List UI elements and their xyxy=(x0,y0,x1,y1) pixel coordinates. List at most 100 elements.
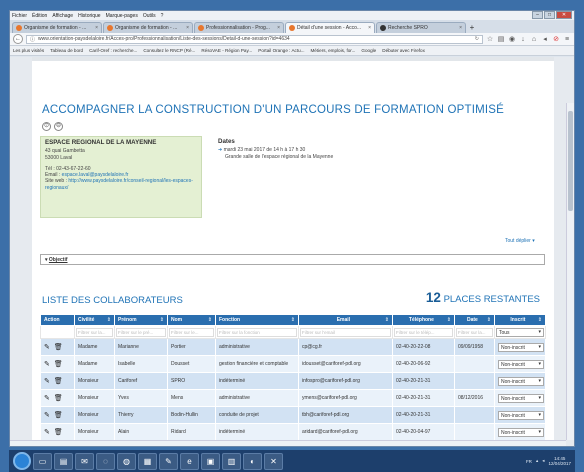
column-header-civilite[interactable]: Civilité ⇕ xyxy=(74,314,115,326)
outlook-icon[interactable]: ✉ xyxy=(75,452,94,470)
addon-icon[interactable]: ⊘ xyxy=(552,35,560,43)
bookmark-item[interactable]: Débuter avec Firefox xyxy=(382,48,425,53)
ie-icon[interactable]: e xyxy=(180,452,199,470)
column-header-telephone[interactable]: Téléphone ⇕ xyxy=(392,314,455,326)
edit-icon[interactable]: ✎ xyxy=(44,343,50,351)
inscrit-select[interactable]: Non-inscrit xyxy=(498,359,544,369)
filter-nom-input[interactable]: Filtrer sur le... xyxy=(169,327,214,337)
filter-date-input[interactable]: Filtrer sur la... xyxy=(456,327,493,337)
delete-icon[interactable]: 🗑 xyxy=(54,411,63,419)
inscrit-select[interactable]: Non-inscrit xyxy=(498,393,544,403)
column-header-email[interactable]: Email ⇕ xyxy=(298,314,393,326)
tab-1[interactable]: Organisme de formation - ... × xyxy=(12,22,102,33)
inscrit-select[interactable]: Non-inscrit xyxy=(498,427,544,437)
menu-view[interactable]: Affichage xyxy=(52,13,73,19)
org-email-link[interactable]: espace.laval@paysdelaloire.fr xyxy=(62,172,129,178)
menu-help[interactable]: ? xyxy=(161,13,164,19)
language-indicator[interactable]: FR xyxy=(526,459,532,464)
info-icon[interactable]: ⓘ xyxy=(30,36,35,43)
media-icon[interactable]: ◐ xyxy=(243,452,262,470)
tab-3[interactable]: Professionnalisation - Prog... × xyxy=(194,22,284,33)
menu-history[interactable]: Historique xyxy=(78,13,101,19)
filter-fonction-input[interactable]: Filtrer sur la fonction xyxy=(217,327,297,337)
print-icon[interactable]: ⊙ xyxy=(42,122,51,131)
delete-icon[interactable]: 🗑 xyxy=(54,428,63,436)
filter-prenom-input[interactable]: Filtrer sur le pré... xyxy=(116,327,166,337)
edit-icon[interactable]: ✎ xyxy=(44,377,50,385)
bookmark-item[interactable]: Métiers, emplois, for... xyxy=(310,48,355,53)
close-window-button[interactable]: ✕ xyxy=(556,11,572,19)
bookmark-item[interactable]: Consultez le RNCP (Ré... xyxy=(143,48,195,53)
maximize-button[interactable]: □ xyxy=(544,11,555,19)
delete-icon[interactable]: 🗑 xyxy=(54,377,63,385)
delete-icon[interactable]: 🗑 xyxy=(54,360,63,368)
filter-civilite-input[interactable]: Filtrer sur la... xyxy=(76,327,113,337)
close-tab-icon[interactable]: × xyxy=(95,25,98,31)
clock[interactable]: 14:45 12/04/2017 xyxy=(548,456,571,466)
column-header-prenom[interactable]: Prénom ⇕ xyxy=(114,314,168,326)
bookmark-item[interactable]: Carif-Oref : recherche... xyxy=(89,48,137,53)
reading-list-icon[interactable]: ▤ xyxy=(497,35,505,43)
close-tab-icon[interactable]: × xyxy=(368,25,371,31)
new-tab-button[interactable]: + xyxy=(467,23,477,33)
filter-inscrit-select[interactable]: Tous xyxy=(496,327,544,337)
paint-icon[interactable]: ✎ xyxy=(159,452,178,470)
bookmark-item[interactable]: Portail Orange : Actu... xyxy=(258,48,304,53)
minimize-button[interactable]: – xyxy=(532,11,543,19)
filter-telephone-input[interactable]: Filtrer sur le télép... xyxy=(394,327,453,337)
column-header-nom[interactable]: Nom ⇕ xyxy=(167,314,216,326)
menu-edit[interactable]: Édition xyxy=(32,13,47,19)
column-header-fonction[interactable]: Fonction ⇕ xyxy=(215,314,299,326)
firefox-icon[interactable]: ◍ xyxy=(117,452,136,470)
folder-icon[interactable]: ▤ xyxy=(54,452,73,470)
tab-2[interactable]: Organisme de formation - ... × xyxy=(103,22,193,33)
column-header-inscrit[interactable]: Inscrit ⇕ xyxy=(494,314,546,326)
delete-icon[interactable]: 🗑 xyxy=(54,343,63,351)
inscrit-select[interactable]: Non-inscrit xyxy=(498,376,544,386)
edit-icon[interactable]: ✎ xyxy=(44,411,50,419)
horizontal-scrollbar[interactable] xyxy=(10,440,566,446)
expand-all-link[interactable]: Tout déplier ▾ xyxy=(505,238,535,244)
close-tab-icon[interactable]: × xyxy=(186,25,189,31)
excel-icon[interactable]: ▥ xyxy=(222,452,241,470)
skype-icon[interactable]: ◌ xyxy=(96,452,115,470)
close-tab-icon[interactable]: × xyxy=(277,25,280,31)
vertical-scrollbar[interactable] xyxy=(566,103,574,440)
volume-icon[interactable]: ◂ xyxy=(542,458,544,464)
hamburger-menu-icon[interactable]: ≡ xyxy=(563,36,571,43)
close-app-icon[interactable]: ✕ xyxy=(264,452,283,470)
share-icon[interactable]: ⊖ xyxy=(54,122,63,131)
start-button[interactable] xyxy=(13,452,31,470)
bookmark-item[interactable]: Tableau de bord xyxy=(50,48,83,53)
bookmark-item[interactable]: Les plus visités xyxy=(13,48,44,53)
inscrit-select[interactable]: Non-inscrit xyxy=(498,342,544,352)
filter-email-input[interactable]: Filtrer sur l'email xyxy=(300,327,391,337)
home-icon[interactable]: ⌂ xyxy=(530,36,538,43)
objectif-accordion[interactable]: ▾ Objectif xyxy=(40,254,545,265)
tab-4-active[interactable]: Détail d'une session - Acco... × xyxy=(285,22,375,33)
bookmark-item[interactable]: Google xyxy=(361,48,376,53)
download-icon[interactable]: ↓ xyxy=(519,36,527,43)
org-site-link[interactable]: http://www.paysdelaloire.fr/conseil-regi… xyxy=(45,178,193,190)
star-icon[interactable]: ☆ xyxy=(486,35,494,43)
back-arrow-icon[interactable]: ← xyxy=(13,34,23,44)
send-icon[interactable]: ◂ xyxy=(541,35,549,43)
edit-icon[interactable]: ✎ xyxy=(44,428,50,436)
edit-icon[interactable]: ✎ xyxy=(44,394,50,402)
document-icon[interactable]: ▦ xyxy=(138,452,157,470)
column-header-date[interactable]: Date ⇕ xyxy=(454,314,495,326)
network-icon[interactable]: ▴ xyxy=(536,458,538,464)
inscrit-select[interactable]: Non-inscrit xyxy=(498,410,544,420)
bookmark-item[interactable]: RésoVAE - Région Pay... xyxy=(201,48,252,53)
menu-tools[interactable]: Outils xyxy=(143,13,156,19)
close-tab-icon[interactable]: × xyxy=(459,25,462,31)
url-bar[interactable]: ⓘ www.orientation-paysdelaloire.fr/Acces… xyxy=(26,34,483,44)
menu-file[interactable]: Fichier xyxy=(12,13,27,19)
scroll-thumb[interactable] xyxy=(568,111,573,211)
delete-icon[interactable]: 🗑 xyxy=(54,394,63,402)
reload-icon[interactable]: ↻ xyxy=(475,36,479,42)
calculator-icon[interactable]: ▣ xyxy=(201,452,220,470)
menu-bookmarks[interactable]: Marque-pages xyxy=(106,13,138,19)
edit-icon[interactable]: ✎ xyxy=(44,360,50,368)
pocket-icon[interactable]: ◉ xyxy=(508,35,516,43)
